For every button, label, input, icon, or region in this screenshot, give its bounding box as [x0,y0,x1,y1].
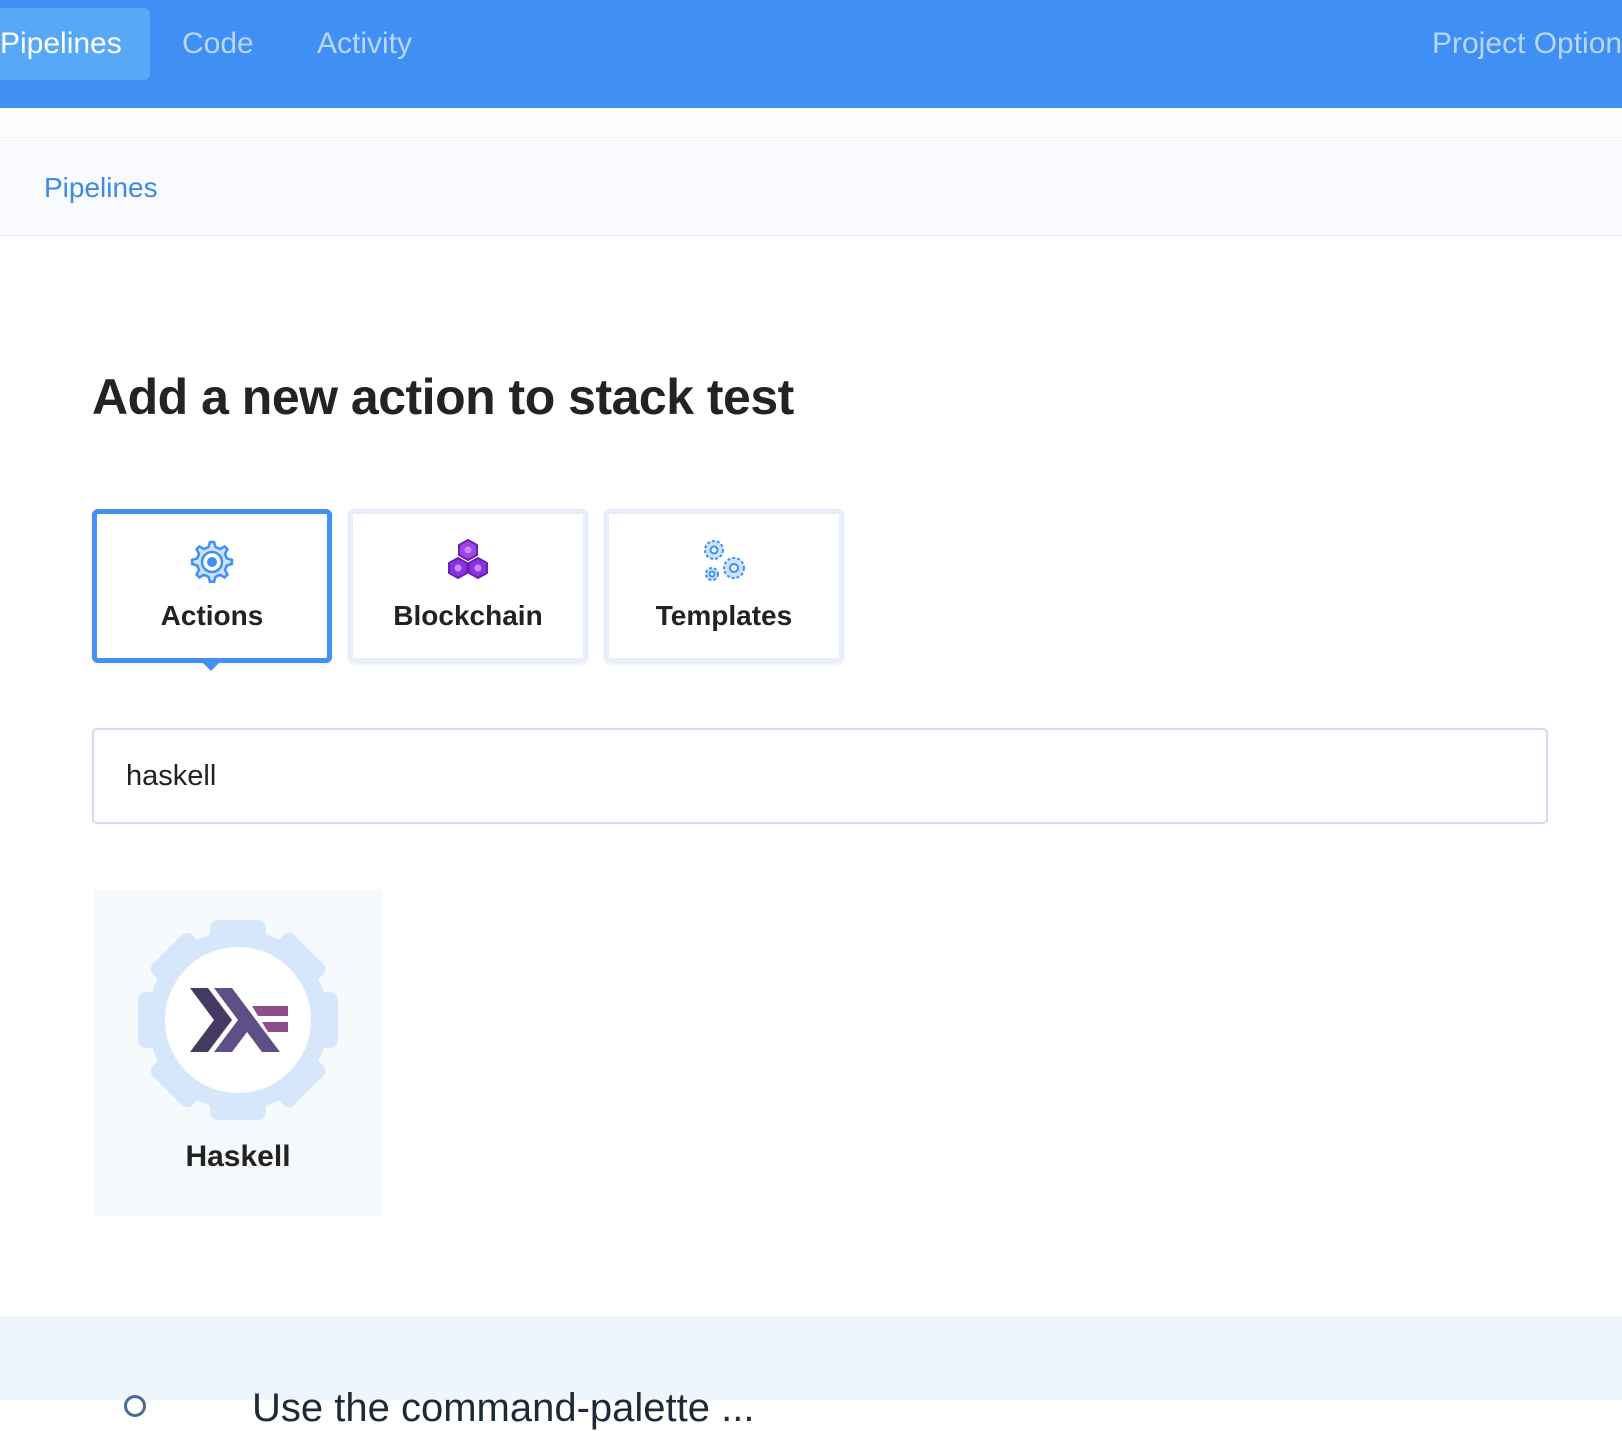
footer-text: Use the command-palette ... [252,1386,755,1430]
sub-nav-strip [0,108,1622,138]
selected-indicator-caret [201,661,221,671]
footer-panel: Use the command-palette ... [0,1316,1622,1430]
footer-icon [124,1395,146,1417]
tab-pipelines[interactable]: Pipelines [0,8,150,80]
gear-icon [190,540,234,584]
category-actions-label: Actions [160,600,264,631]
search-input[interactable] [92,728,1548,824]
page-title: Add a new action to stack test [92,369,794,425]
hexagons-icon [448,539,488,579]
category-templates-button[interactable]: Templates [604,509,844,663]
haskell-logo-icon [138,920,338,1120]
top-nav-bar: Pipelines Code Activity Project Option [0,0,1622,108]
tab-activity[interactable]: Activity [317,8,412,80]
category-blockchain-label: Blockchain [393,600,543,631]
project-options-link[interactable]: Project Option [1432,8,1622,80]
result-card-haskell[interactable]: Haskell [94,890,382,1216]
tab-code[interactable]: Code [182,8,254,80]
breadcrumb: Pipelines [0,139,1622,236]
category-blockchain-button[interactable]: Blockchain [348,509,588,663]
result-label: Haskell [185,1140,291,1173]
breadcrumb-pipelines-link[interactable]: Pipelines [44,172,158,204]
gears-icon [704,540,745,581]
category-templates-label: Templates [655,600,793,631]
category-actions-button[interactable]: Actions [92,509,332,663]
